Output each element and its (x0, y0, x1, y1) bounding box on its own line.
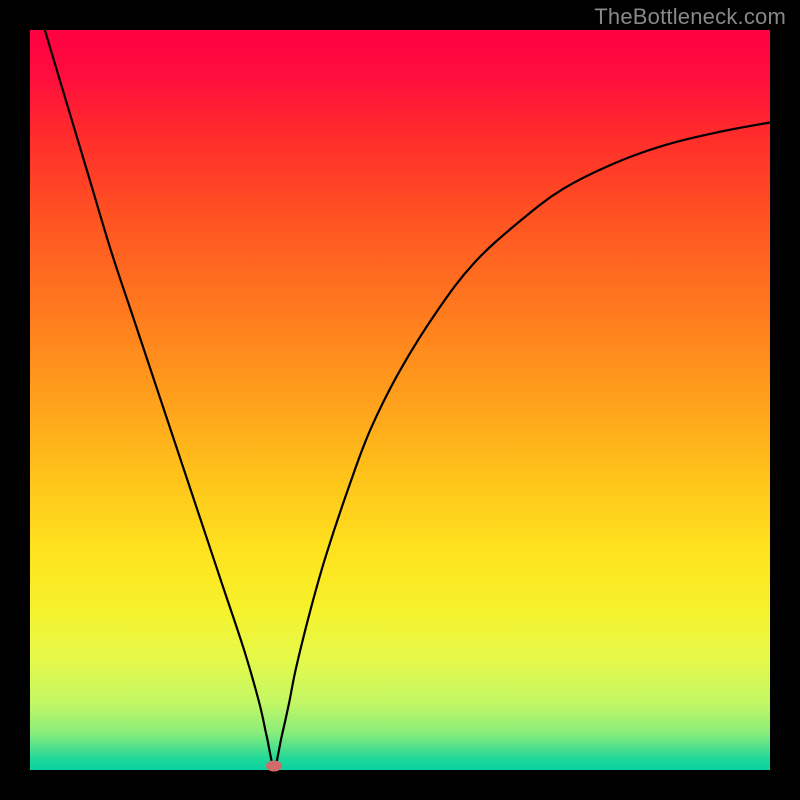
bottleneck-curve (30, 30, 770, 770)
watermark-text: TheBottleneck.com (594, 4, 786, 30)
chart-frame: TheBottleneck.com (0, 0, 800, 800)
optimal-point-marker (266, 761, 282, 772)
plot-area (30, 30, 770, 770)
